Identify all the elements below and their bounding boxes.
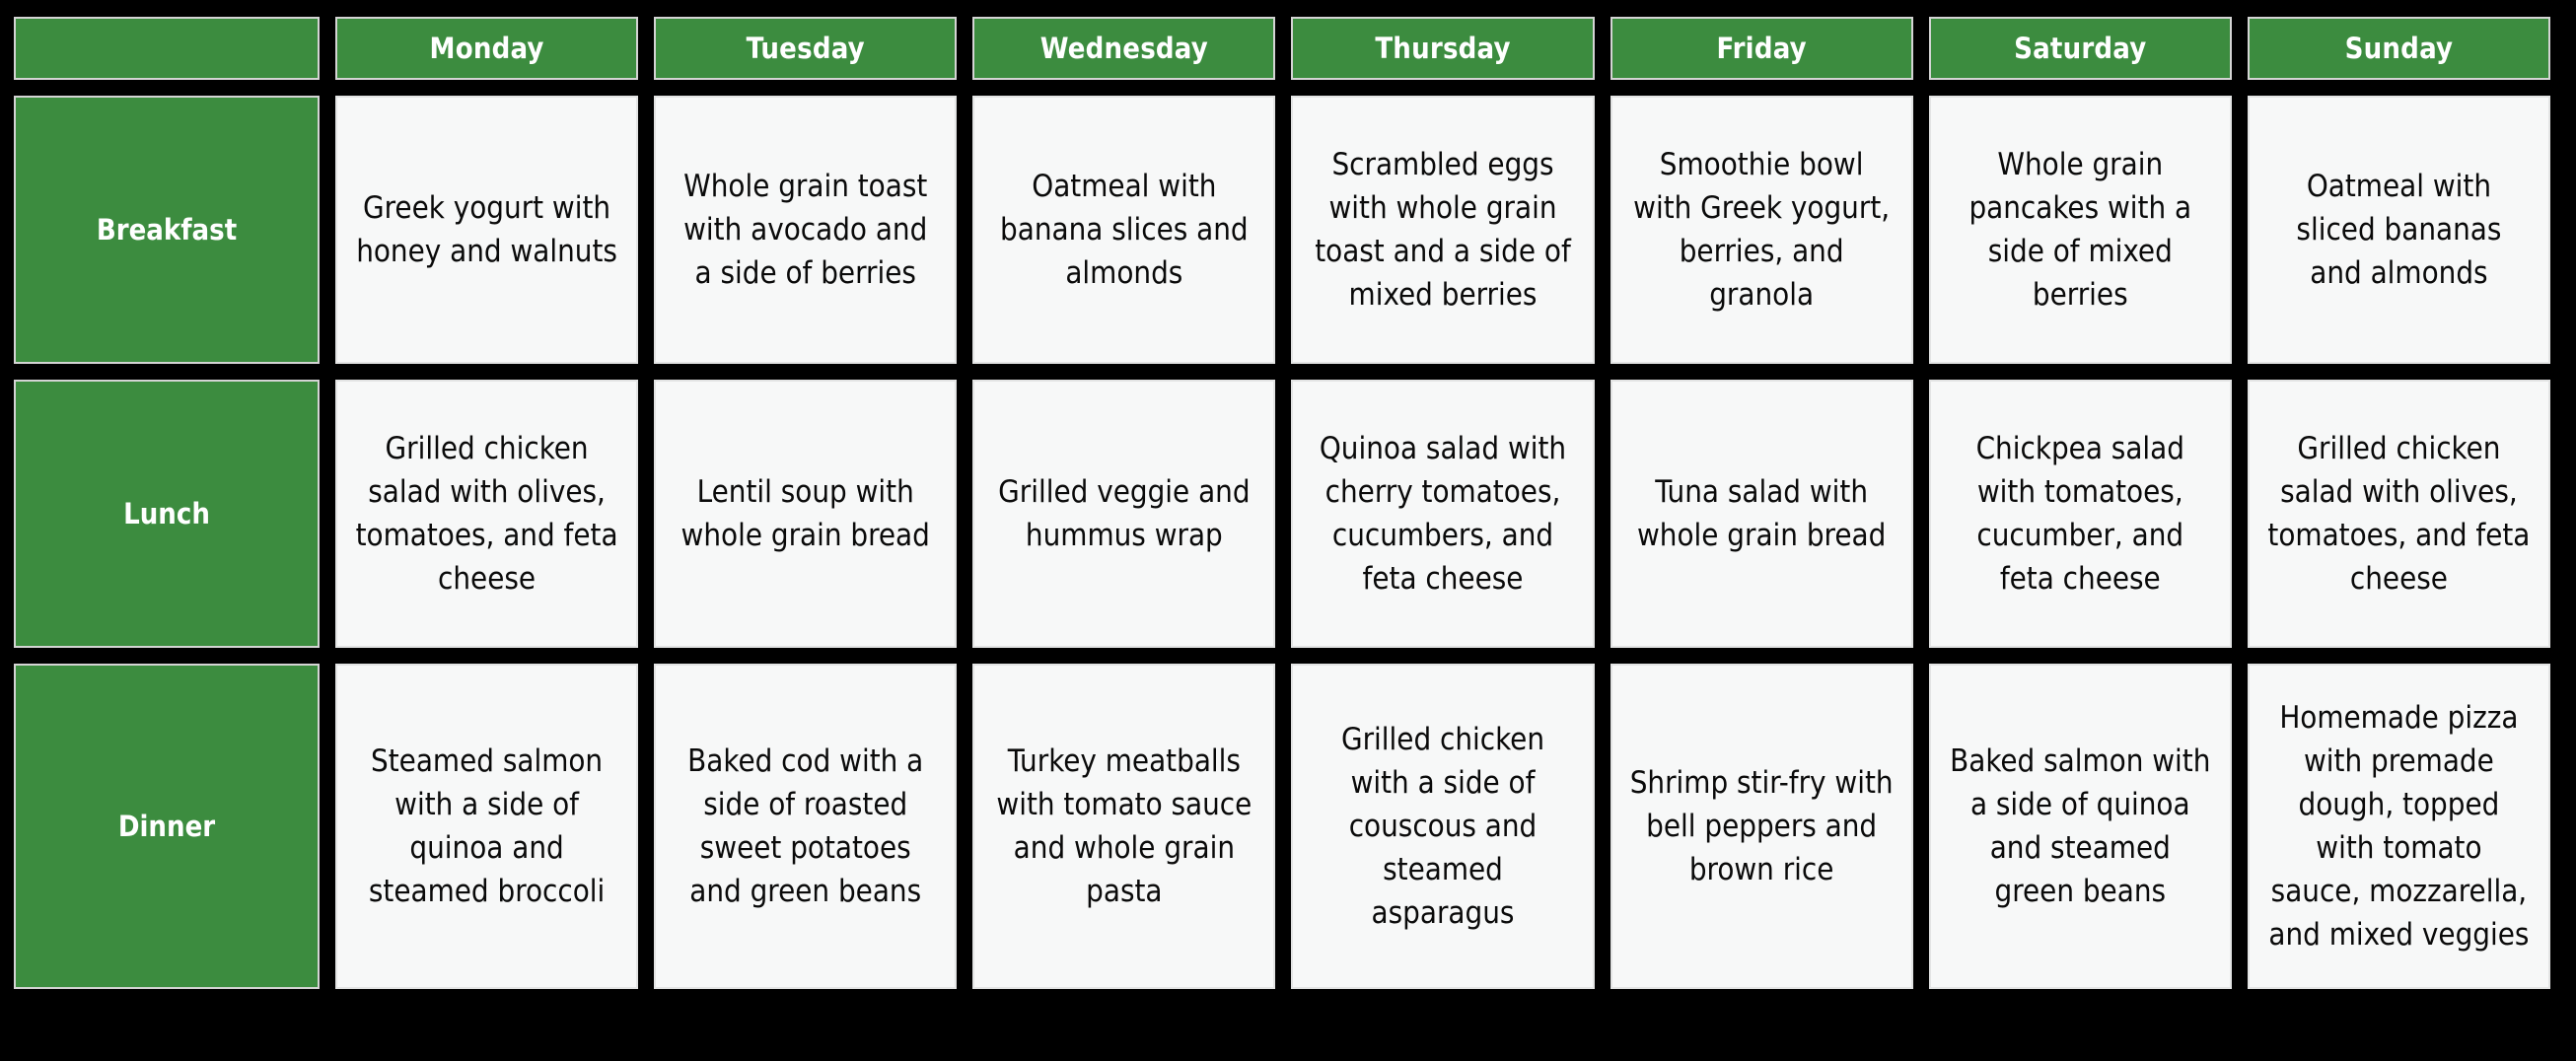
table-corner-cell bbox=[14, 17, 320, 80]
table-cell-lunch-thursday[interactable]: Quinoa salad with cherry tomatoes, cucum… bbox=[1291, 380, 1595, 648]
table-cell-breakfast-tuesday[interactable]: Whole grain toast with avocado and a sid… bbox=[654, 96, 958, 364]
column-header-friday[interactable]: Friday bbox=[1610, 17, 1913, 80]
row-header-label: Lunch bbox=[123, 497, 210, 530]
meal-text: Turkey meatballs with tomato sauce and w… bbox=[996, 743, 1252, 910]
table-cell-lunch-sunday[interactable]: Grilled chicken salad with olives, tomat… bbox=[2247, 380, 2550, 648]
table-cell-lunch-friday[interactable]: Tuna salad with whole grain bread bbox=[1610, 380, 1913, 648]
table-cell-breakfast-friday[interactable]: Smoothie bowl with Greek yogurt, berries… bbox=[1610, 96, 1913, 364]
table-cell-dinner-saturday[interactable]: Baked salmon with a side of quinoa and s… bbox=[1928, 664, 2232, 989]
weekly-meal-plan-table: Monday Tuesday Wednesday Thursday Friday… bbox=[0, 0, 2576, 1061]
meal-text: Homemade pizza with premade dough, toppe… bbox=[2268, 699, 2530, 954]
table-cell-dinner-sunday[interactable]: Homemade pizza with premade dough, toppe… bbox=[2247, 664, 2550, 989]
column-header-tuesday[interactable]: Tuesday bbox=[654, 17, 958, 80]
meal-text: Smoothie bowl with Greek yogurt, berries… bbox=[1633, 146, 1891, 314]
meal-text: Whole grain toast with avocado and a sid… bbox=[683, 168, 928, 291]
meal-text: Grilled veggie and hummus wrap bbox=[998, 473, 1251, 553]
column-header-monday[interactable]: Monday bbox=[335, 17, 639, 80]
meal-text: Shrimp stir-fry with bell peppers and br… bbox=[1629, 764, 1894, 887]
column-header-label: Wednesday bbox=[1039, 32, 1208, 65]
table-cell-breakfast-wednesday[interactable]: Oatmeal with banana slices and almonds bbox=[972, 96, 1276, 364]
column-header-thursday[interactable]: Thursday bbox=[1291, 17, 1595, 80]
table-cell-lunch-tuesday[interactable]: Lentil soup with whole grain bread bbox=[654, 380, 958, 648]
meal-text: Oatmeal with sliced bananas and almonds bbox=[2296, 168, 2502, 291]
row-header-lunch[interactable]: Lunch bbox=[14, 380, 320, 648]
meal-text: Oatmeal with banana slices and almonds bbox=[1000, 168, 1249, 291]
table-cell-lunch-saturday[interactable]: Chickpea salad with tomatoes, cucumber, … bbox=[1928, 380, 2232, 648]
meal-text: Lentil soup with whole grain bread bbox=[680, 473, 930, 553]
column-header-label: Friday bbox=[1716, 32, 1807, 65]
meal-text: Greek yogurt with honey and walnuts bbox=[356, 189, 617, 269]
table-cell-dinner-wednesday[interactable]: Turkey meatballs with tomato sauce and w… bbox=[972, 664, 1276, 989]
meal-text: Chickpea salad with tomatoes, cucumber, … bbox=[1975, 430, 2184, 598]
meal-text: Grilled chicken salad with olives, tomat… bbox=[2267, 430, 2531, 598]
meal-text: Quinoa salad with cherry tomatoes, cucum… bbox=[1319, 430, 1567, 598]
table-cell-breakfast-sunday[interactable]: Oatmeal with sliced bananas and almonds bbox=[2247, 96, 2550, 364]
column-header-saturday[interactable]: Saturday bbox=[1928, 17, 2232, 80]
meal-text: Steamed salmon with a side of quinoa and… bbox=[368, 743, 606, 910]
table-cell-lunch-wednesday[interactable]: Grilled veggie and hummus wrap bbox=[972, 380, 1276, 648]
meal-text: Whole grain pancakes with a side of mixe… bbox=[1968, 146, 2192, 314]
row-header-label: Dinner bbox=[117, 810, 216, 843]
column-header-label: Tuesday bbox=[746, 32, 865, 65]
table-cell-dinner-friday[interactable]: Shrimp stir-fry with bell peppers and br… bbox=[1610, 664, 1913, 989]
row-header-breakfast[interactable]: Breakfast bbox=[14, 96, 320, 364]
meal-text: Baked salmon with a side of quinoa and s… bbox=[1950, 743, 2211, 910]
column-header-sunday[interactable]: Sunday bbox=[2247, 17, 2550, 80]
table-cell-dinner-monday[interactable]: Steamed salmon with a side of quinoa and… bbox=[335, 664, 639, 989]
meal-text: Baked cod with a side of roasted sweet p… bbox=[687, 743, 924, 910]
meal-text: Tuna salad with whole grain bread bbox=[1636, 473, 1887, 553]
table-cell-breakfast-monday[interactable]: Greek yogurt with honey and walnuts bbox=[335, 96, 639, 364]
table-cell-dinner-tuesday[interactable]: Baked cod with a side of roasted sweet p… bbox=[654, 664, 958, 989]
column-header-label: Monday bbox=[429, 32, 544, 65]
meal-text: Scrambled eggs with whole grain toast an… bbox=[1315, 146, 1571, 314]
table-cell-dinner-thursday[interactable]: Grilled chicken with a side of couscous … bbox=[1291, 664, 1595, 989]
row-header-dinner[interactable]: Dinner bbox=[14, 664, 320, 989]
table-cell-breakfast-thursday[interactable]: Scrambled eggs with whole grain toast an… bbox=[1291, 96, 1595, 364]
column-header-label: Saturday bbox=[2014, 32, 2147, 65]
table-cell-breakfast-saturday[interactable]: Whole grain pancakes with a side of mixe… bbox=[1928, 96, 2232, 364]
column-header-wednesday[interactable]: Wednesday bbox=[972, 17, 1276, 80]
meal-text: Grilled chicken with a side of couscous … bbox=[1340, 721, 1545, 932]
meal-text: Grilled chicken salad with olives, tomat… bbox=[355, 430, 618, 598]
column-header-label: Sunday bbox=[2344, 32, 2454, 65]
column-header-label: Thursday bbox=[1375, 32, 1511, 65]
row-header-label: Breakfast bbox=[96, 213, 238, 247]
table-cell-lunch-monday[interactable]: Grilled chicken salad with olives, tomat… bbox=[335, 380, 639, 648]
